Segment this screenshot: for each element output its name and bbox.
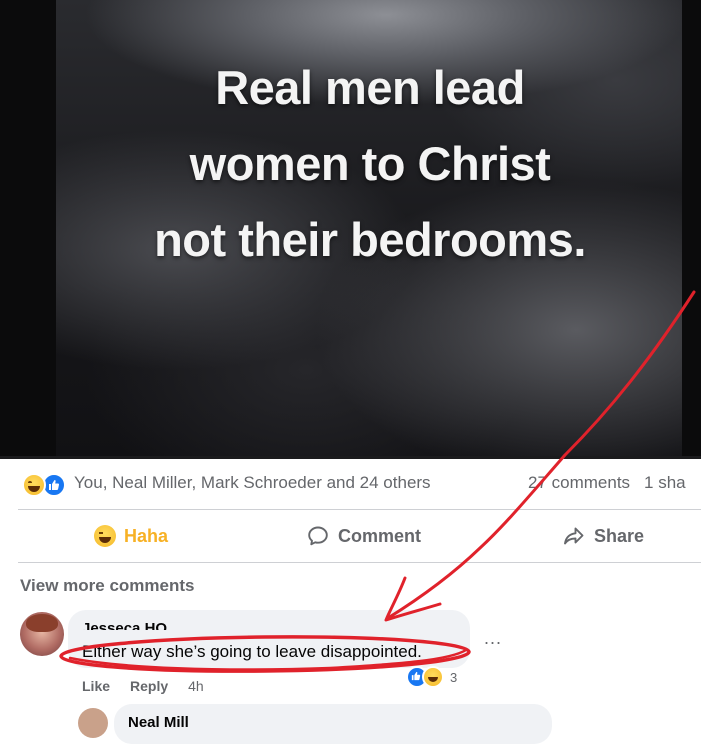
- haha-label: Haha: [124, 525, 169, 546]
- caption-line-3: not their bedrooms.: [154, 213, 586, 266]
- comment-actions: Like Reply 4h: [82, 678, 204, 694]
- comment-author[interactable]: Neal Mill: [128, 714, 189, 731]
- image-bottom-border: [0, 456, 701, 459]
- caption-line-1: Real men lead: [215, 61, 525, 114]
- comment-bubble: Jesseca HO Either way she’s going to lea…: [68, 610, 470, 668]
- post-actions: Haha Comment Share: [0, 518, 701, 554]
- view-more-comments-link[interactable]: View more comments: [20, 576, 194, 596]
- haha-icon: [422, 666, 444, 688]
- comment-reactions[interactable]: 3: [406, 666, 457, 688]
- avatar[interactable]: [20, 612, 64, 656]
- comment-icon: [308, 526, 328, 546]
- comment-timestamp[interactable]: 4h: [188, 678, 204, 694]
- comments-count[interactable]: 27 comments: [528, 473, 630, 492]
- avatar[interactable]: [78, 708, 108, 738]
- comment-like-button[interactable]: Like: [82, 678, 110, 694]
- haha-button[interactable]: Haha: [94, 518, 168, 554]
- post-image[interactable]: Real men lead women to Christ not their …: [0, 0, 701, 456]
- haha-icon: [94, 525, 116, 547]
- share-label: Share: [594, 525, 645, 546]
- haha-icon: [22, 473, 46, 497]
- comment-more-options-icon[interactable]: ...: [484, 628, 502, 649]
- comment-button[interactable]: Comment: [306, 518, 421, 554]
- reaction-names[interactable]: You, Neal Miller, Mark Schroeder and 24 …: [74, 473, 431, 493]
- divider: [18, 509, 701, 510]
- comment-reaction-count: 3: [450, 669, 458, 685]
- comment-bubble: Neal Mill: [114, 704, 552, 744]
- reactions-summary: You, Neal Miller, Mark Schroeder and 24 …: [0, 468, 701, 500]
- engagement-counts: 27 comments 1 sha: [528, 473, 700, 493]
- comment-reply-button[interactable]: Reply: [130, 678, 168, 694]
- comment-text: Either way she’s going to leave disappoi…: [82, 642, 422, 661]
- share-icon: [564, 527, 584, 545]
- divider: [18, 562, 701, 563]
- reaction-icons[interactable]: [22, 473, 68, 497]
- shares-count[interactable]: 1 sha: [644, 473, 686, 492]
- comment-author[interactable]: Jesseca HO: [82, 618, 167, 630]
- comment-label: Comment: [338, 525, 422, 546]
- share-button[interactable]: Share: [562, 518, 644, 554]
- caption-line-2: women to Christ: [189, 137, 551, 190]
- image-caption: Real men lead women to Christ not their …: [60, 50, 680, 278]
